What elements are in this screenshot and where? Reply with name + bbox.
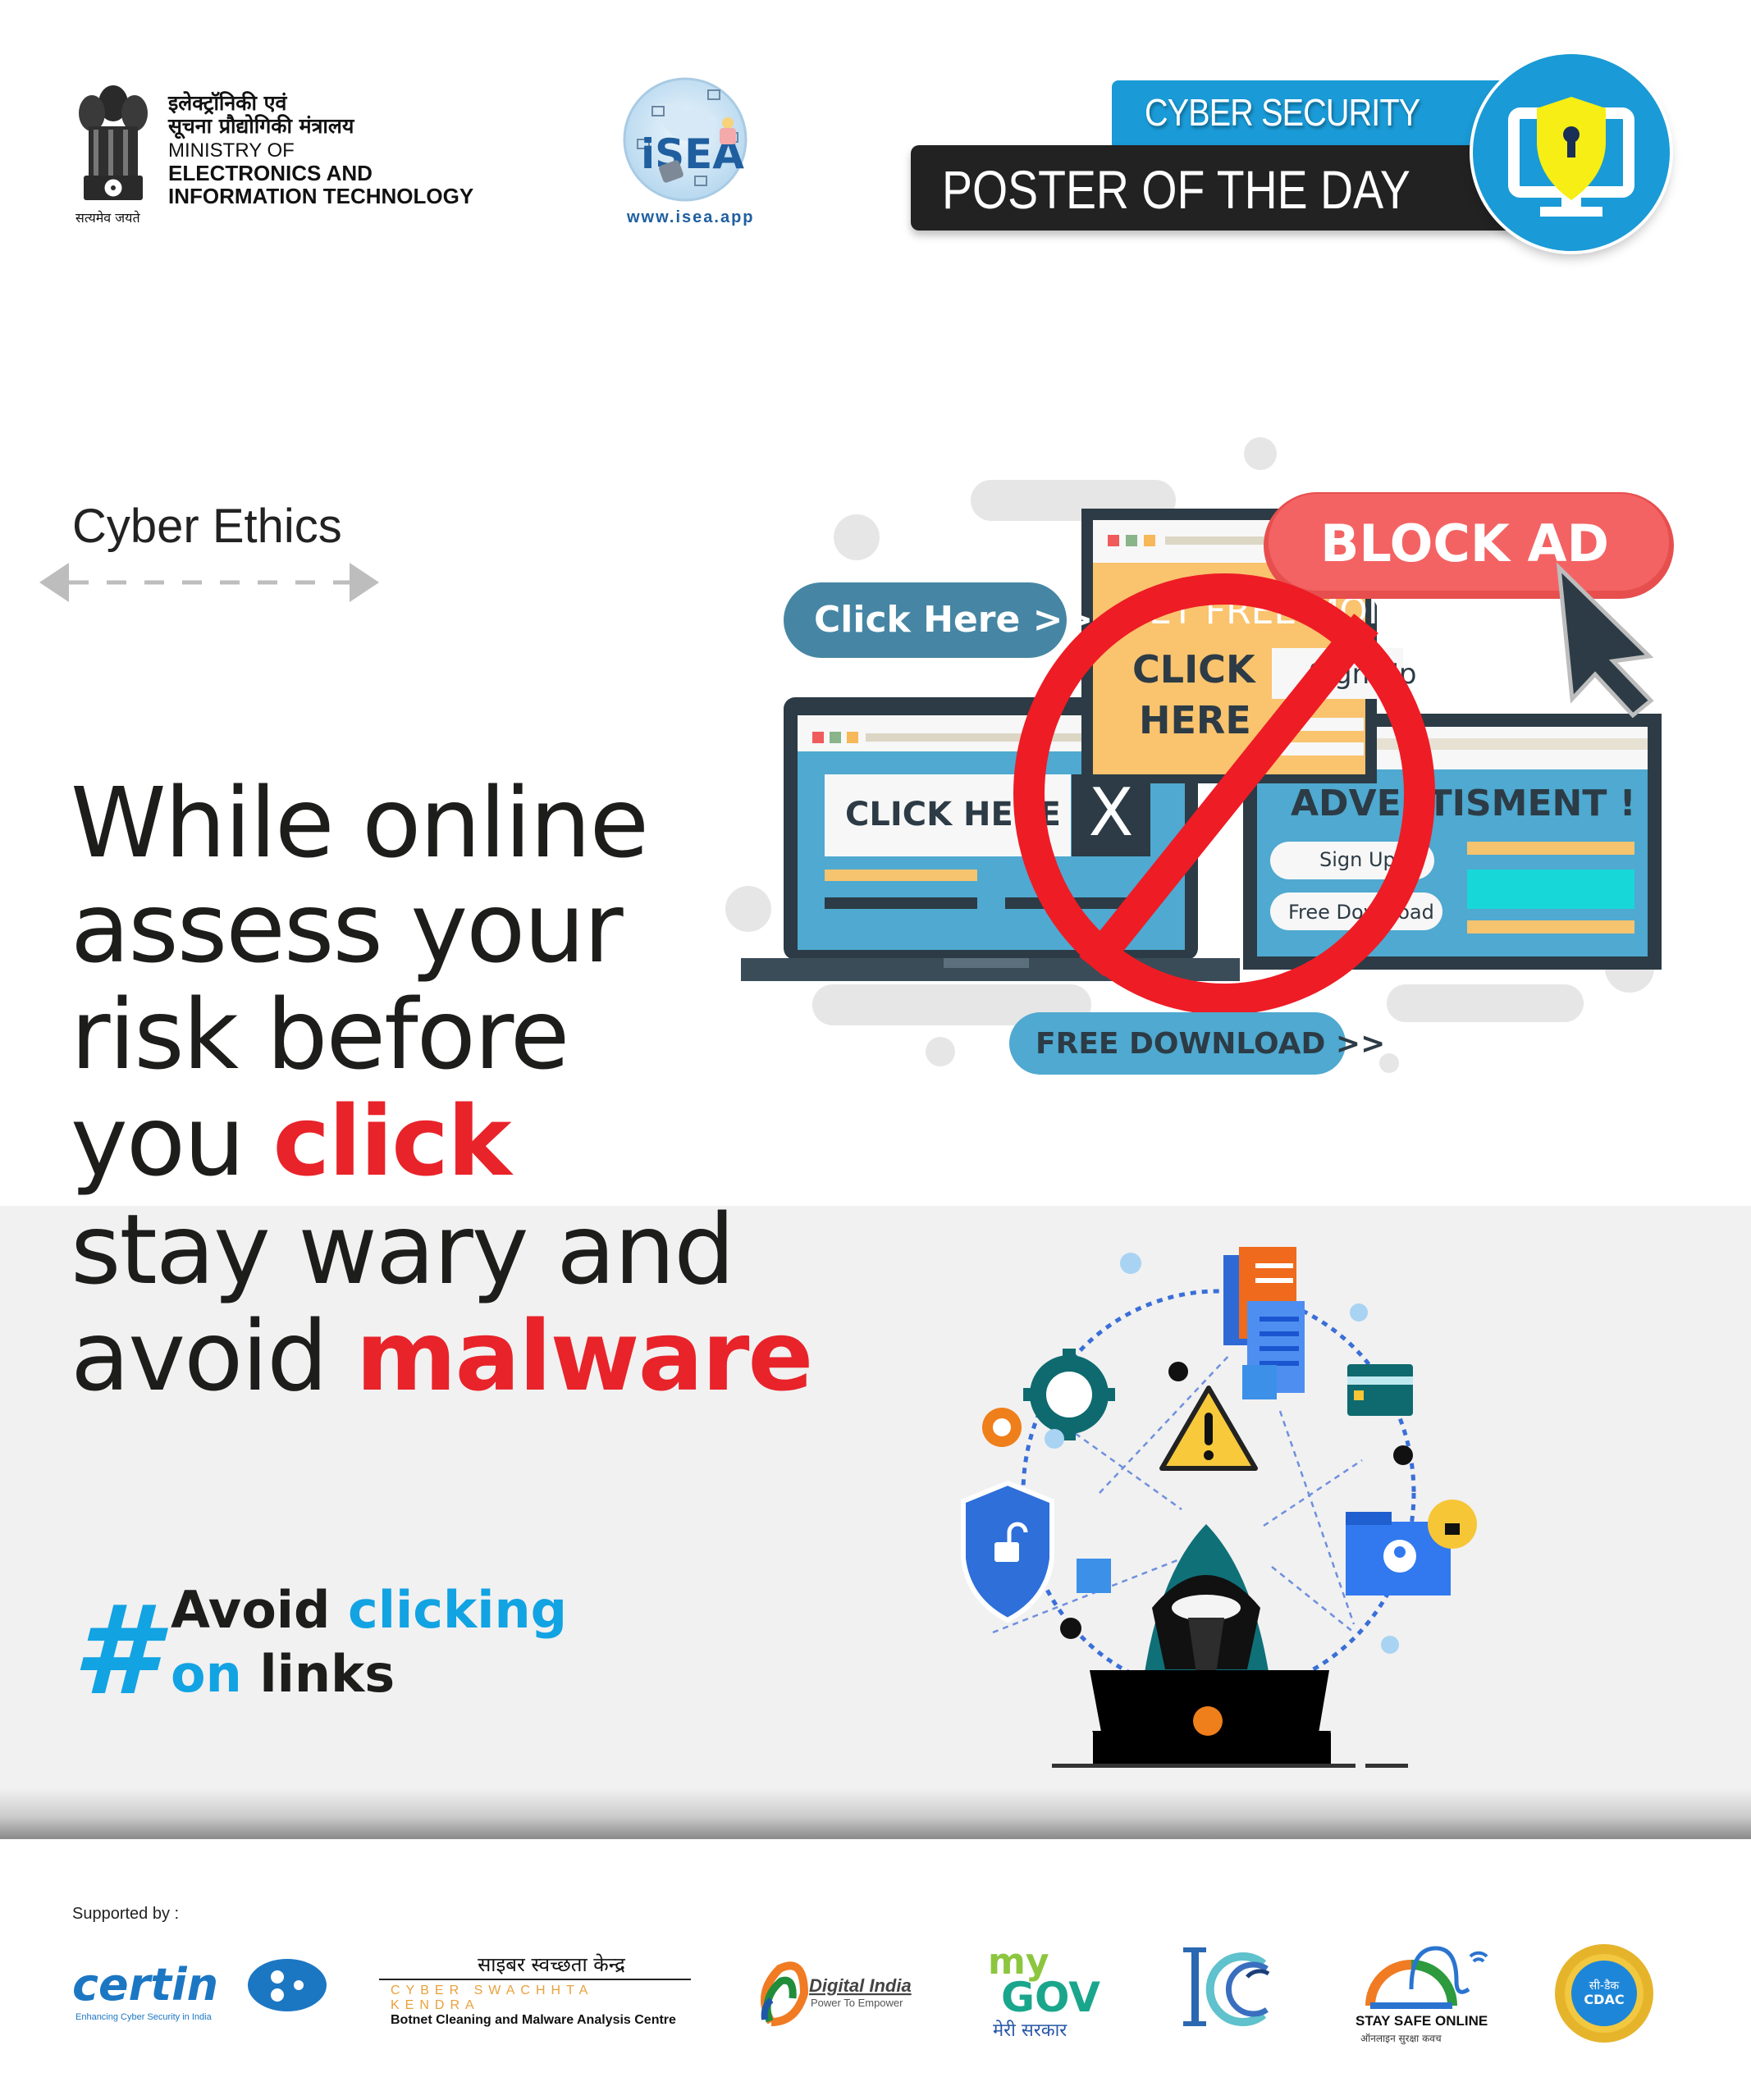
stay-safe-online-hindi: ऑनलाइन सुरक्षा कवच: [1360, 2033, 1442, 2045]
warning-icon: [1159, 1386, 1258, 1471]
advertisement-text: ADVERTISMENT !: [1291, 783, 1636, 824]
emblem-motto: सत्यमेव जयते: [75, 210, 140, 226]
cdac-logo: सी-डैक CDAC: [1551, 1940, 1657, 2047]
credit-card-icon: [1347, 1364, 1413, 1416]
hashtag-line-2: on links: [171, 1646, 395, 1703]
skull-icon: [1193, 1706, 1223, 1736]
national-emblem-icon: [72, 79, 154, 226]
csk-subtitle: Botnet Cleaning and Malware Analysis Cen…: [391, 2013, 676, 2027]
double-arrow-dashed-icon: [39, 561, 379, 604]
ministry-english-line2: ELECTRONICS AND: [168, 161, 373, 185]
user-folder-icon: [1346, 1500, 1477, 1596]
mygov-gov: GOV: [1001, 1974, 1100, 2021]
hashtag-word-avoid: Avoid: [171, 1580, 349, 1640]
unlocked-shield-icon: [961, 1480, 1054, 1623]
csk-hindi: साइबर स्वच्छता केन्द्र: [478, 1953, 625, 1976]
svg-text:certin: certin: [72, 1959, 218, 2011]
click-here-pill-text[interactable]: Click Here >>: [814, 599, 1093, 641]
digital-india-tagline: Power To Empower: [811, 1997, 903, 2009]
badge-main-label-box: POSTER OF THE DAY: [911, 145, 1534, 231]
headline-line-6-prefix: avoid: [71, 1299, 356, 1413]
hashtag-word-on: on: [171, 1644, 260, 1704]
band-shadow: [0, 1788, 1751, 1839]
ministry-english-line1: MINISTRY OF: [168, 139, 295, 162]
close-x-icon: X: [1089, 774, 1134, 851]
shield-lock-monitor-icon: [1473, 54, 1670, 251]
badge-top-label-box: CYBER SECURITY: [1112, 80, 1522, 148]
csk-title: CYBER SWACHHTA KENDRA: [391, 1984, 593, 2012]
headline-line-4: you click: [71, 1088, 512, 1194]
headline-line-6: avoid malware: [71, 1303, 813, 1409]
isea-url[interactable]: www.isea.app: [627, 208, 755, 227]
ministry-hindi-line1: इलेक्ट्रॉनिकी एवं: [168, 91, 287, 115]
image-icon: [1242, 1365, 1277, 1399]
mygov-hindi: मेरी सरकार: [993, 2020, 1068, 2041]
free-download-button-text[interactable]: FREE DOWNLOAD >>: [1036, 1027, 1385, 1061]
supported-by-label: Supported by :: [72, 1905, 180, 1923]
ministry-logo-text: इलेक्ट्रॉनिकी एवं सूचना प्रौद्योगिकी मंत…: [168, 92, 473, 208]
hacker-malware-illustration: [952, 1206, 1510, 1780]
headline-line-3: risk before: [71, 978, 569, 1091]
ic-logo: [1182, 1944, 1305, 2034]
image-icon: [1077, 1559, 1111, 1593]
blocked-ads-illustration: CLICK HERE X ADVERTISMENT ! Sign Up Free…: [679, 427, 1690, 1083]
headline-emphasis-click: click: [272, 1084, 511, 1198]
hashtag-word-links: links: [259, 1644, 395, 1704]
headline-line-1: While online: [71, 766, 649, 879]
poster-of-the-day-badge: CYBER SECURITY POSTER OF THE DAY: [907, 51, 1670, 264]
isea-logo: iSEA: [619, 74, 759, 230]
badge-main-label: POSTER OF THE DAY: [942, 159, 1410, 220]
stay-safe-online-logo: STAY SAFE ONLINE ऑनलाइन सुरक्षा कवच: [1354, 1940, 1502, 2047]
certin-tagline: Enhancing Cyber Security in India: [75, 2012, 213, 2022]
sign-up-pill-text: Sign Up: [1319, 848, 1396, 871]
topic-title: Cyber Ethics: [72, 500, 342, 553]
orange-here-text: HERE: [1139, 698, 1251, 742]
ministry-hindi-line2: सूचना प्रौद्योगिकी मंत्रालय: [168, 114, 354, 138]
mygov-logo: my GOV मेरी सरकार: [985, 1936, 1116, 2043]
headline-emphasis-malware: malware: [355, 1299, 814, 1413]
stay-safe-online-title: STAY SAFE ONLINE: [1356, 2013, 1488, 2029]
hashtag-line-1: Avoid clicking: [171, 1582, 567, 1639]
badge-top-label: CYBER SECURITY: [1145, 91, 1420, 134]
digital-india-title: Digital India: [809, 1975, 912, 1996]
cyber-swachhta-kendra-logo: साइबर स्वच्छता केन्द्र CYBER SWACHHTA KE…: [379, 1952, 691, 2034]
digital-india-logo: Digital India Power To Empower: [747, 1952, 927, 2034]
cdac-title: CDAC: [1584, 1992, 1624, 2007]
headline-line-5: stay wary and: [71, 1193, 735, 1306]
block-ad-button-text[interactable]: BLOCK AD: [1320, 514, 1609, 573]
hashtag-word-clicking: clicking: [348, 1580, 568, 1640]
cdac-hindi: सी-डैक: [1589, 1979, 1620, 1993]
headline-line-4-prefix: you: [71, 1084, 273, 1198]
certin-logo: certin Enhancing Cyber Security in India: [72, 1952, 335, 2034]
hashtag-icon: #: [72, 1580, 158, 1723]
headline-line-2: assess your: [71, 871, 624, 984]
ministry-english-line3: INFORMATION TECHNOLOGY: [168, 184, 474, 208]
orange-click-text: CLICK: [1132, 647, 1257, 692]
